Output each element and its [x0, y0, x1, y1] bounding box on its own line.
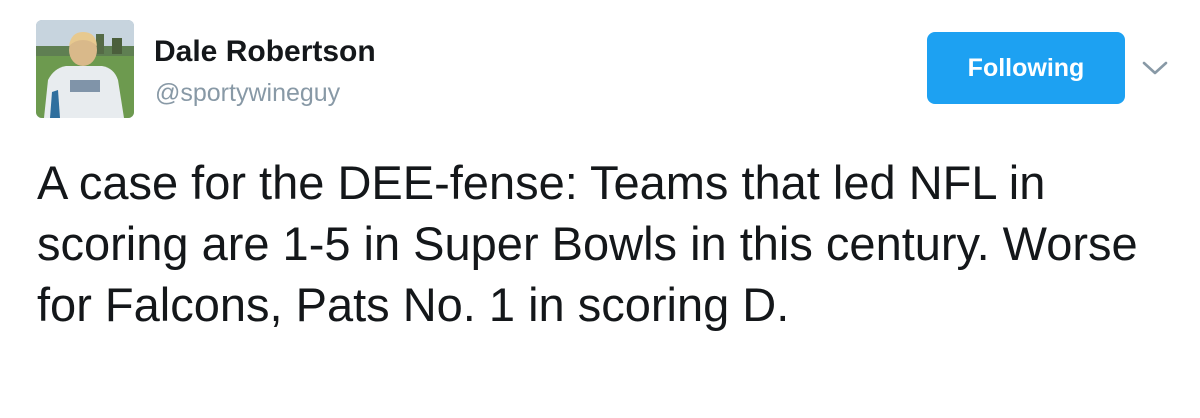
- chevron-down-icon[interactable]: [1140, 56, 1170, 80]
- tweet-card: Dale Robertson @sportywineguy Following …: [0, 0, 1200, 418]
- tweet-text: A case for the DEE-fense: Teams that led…: [37, 156, 1138, 331]
- user-handle[interactable]: @sportywineguy: [155, 76, 340, 110]
- user-name[interactable]: Dale Robertson: [154, 32, 376, 72]
- following-button[interactable]: Following: [927, 32, 1125, 104]
- avatar[interactable]: [36, 20, 134, 118]
- profile-photo-icon: [36, 20, 134, 118]
